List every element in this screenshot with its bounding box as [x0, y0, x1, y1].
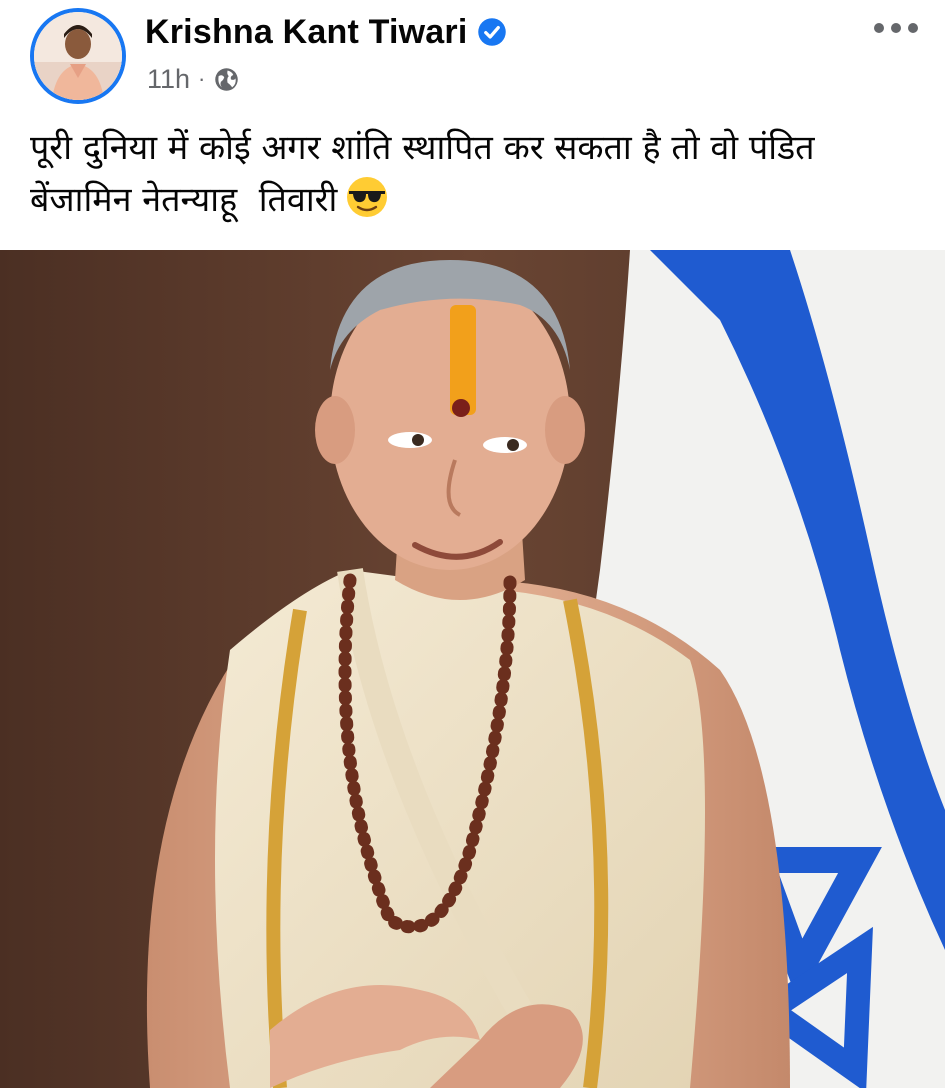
more-options-icon	[874, 23, 918, 33]
author-avatar[interactable]	[30, 8, 126, 104]
meta-separator: ·	[198, 66, 206, 91]
post-header: Krishna Kant Tiwari 11h ·	[0, 0, 945, 110]
post-timestamp[interactable]: 11h	[147, 62, 190, 96]
sunglasses-emoji-icon	[345, 175, 389, 219]
globe-icon[interactable]	[213, 66, 240, 93]
post-caption: पूरी दुनिया में कोई अगर शांति स्थापित कर…	[30, 122, 920, 226]
caption-text: पूरी दुनिया में कोई अगर शांति स्थापित कर…	[30, 128, 826, 220]
author-name[interactable]: Krishna Kant Tiwari	[145, 10, 467, 54]
facebook-post: Krishna Kant Tiwari 11h · पूरी दुनिया मे…	[0, 0, 945, 1088]
profile-photo-icon	[34, 12, 122, 100]
more-options-button[interactable]	[871, 10, 921, 46]
verified-badge-icon	[477, 17, 507, 47]
post-photo-image	[0, 250, 945, 1088]
post-photo[interactable]	[0, 250, 945, 1088]
post-meta: 11h ·	[147, 62, 240, 96]
author-row: Krishna Kant Tiwari	[145, 10, 507, 54]
